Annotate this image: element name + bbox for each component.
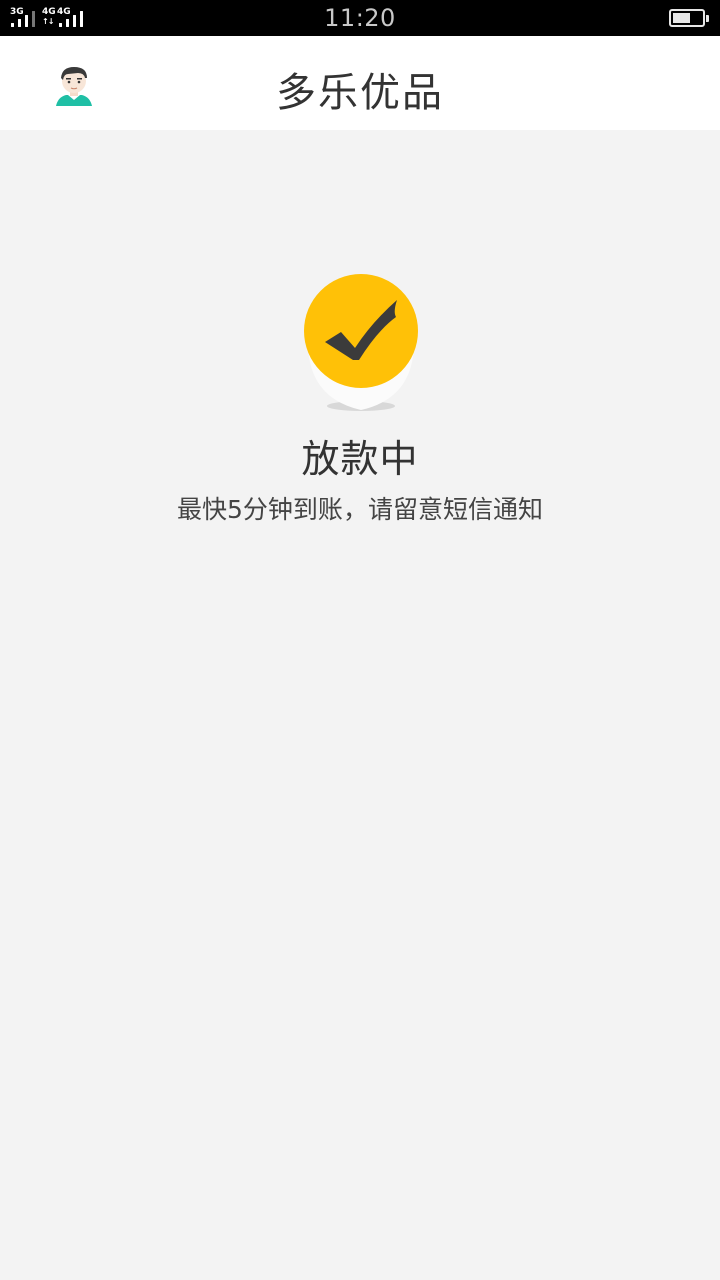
app-header: 多乐优品 bbox=[0, 36, 720, 130]
check-circle-icon bbox=[300, 270, 422, 416]
result-subtitle: 最快5分钟到账，请留意短信通知 bbox=[177, 495, 543, 524]
result-title: 放款中 bbox=[301, 437, 419, 481]
status-time: 11:20 bbox=[324, 4, 396, 32]
status-bar: 3G 4G 4G ↑↓ 11:20 bbox=[0, 0, 720, 36]
battery-icon bbox=[669, 9, 709, 27]
page-title: 多乐优品 bbox=[276, 70, 444, 116]
